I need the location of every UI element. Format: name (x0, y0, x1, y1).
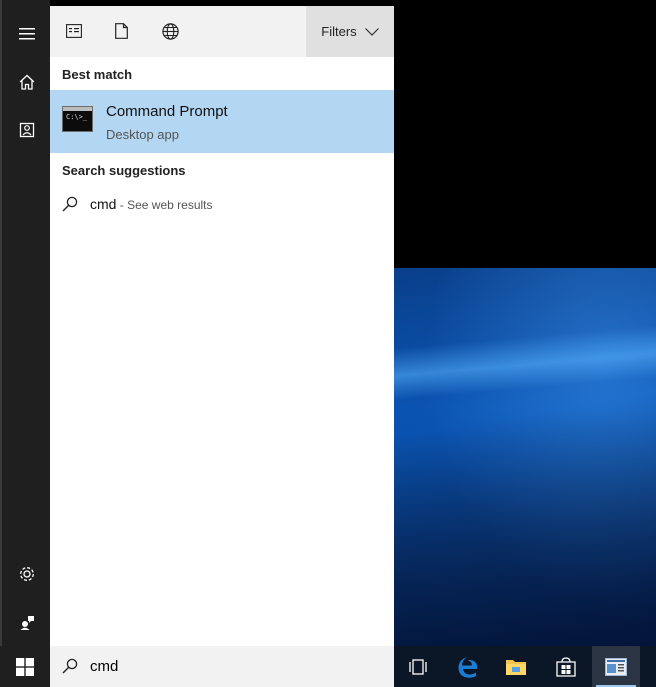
feedback-icon (20, 616, 34, 630)
active-app-button[interactable] (592, 646, 640, 687)
suggestion-query: cmd (90, 196, 117, 212)
suggestion-hint: - See web results (116, 198, 213, 212)
home-button[interactable] (4, 62, 50, 102)
edge-browser-button[interactable] (444, 646, 492, 687)
settings-button[interactable] (4, 554, 50, 594)
search-icon (62, 658, 78, 674)
active-app-icon (605, 657, 627, 676)
search-suggestions-heading: Search suggestions (62, 163, 186, 178)
taskbar-search-box[interactable] (50, 646, 394, 687)
chevron-down-icon (364, 27, 379, 36)
feedback-button[interactable] (4, 602, 50, 642)
apps-filter-button[interactable] (59, 16, 89, 46)
desktop-background-top (394, 0, 656, 268)
task-view-icon (409, 658, 427, 675)
documents-filter-button[interactable] (106, 16, 136, 46)
search-results-panel: Filters Best match C:\>_ Command Prompt … (50, 6, 394, 646)
apps-icon (66, 24, 82, 38)
start-left-rail (0, 0, 50, 646)
documents-icon (114, 23, 128, 39)
file-explorer-button[interactable] (492, 646, 540, 687)
home-icon (19, 74, 35, 90)
search-topbar: Filters (50, 6, 394, 57)
hamburger-icon (19, 28, 35, 40)
search-suggestion-item[interactable]: cmd - See web results (50, 191, 394, 219)
windows-logo-icon (16, 657, 34, 676)
store-button[interactable] (542, 646, 590, 687)
best-match-heading: Best match (62, 67, 133, 82)
search-icon (62, 196, 78, 212)
search-input[interactable] (90, 656, 380, 676)
filters-dropdown-button[interactable]: Filters (306, 6, 394, 57)
task-view-button[interactable] (394, 646, 442, 687)
command-prompt-icon: C:\>_ (62, 106, 93, 132)
edge-icon (458, 656, 478, 678)
web-icon (161, 22, 179, 40)
hamburger-menu-button[interactable] (4, 14, 50, 54)
taskbar (0, 646, 656, 687)
web-filter-button[interactable] (155, 16, 185, 46)
settings-icon (20, 567, 34, 581)
device-icon (19, 122, 35, 138)
start-button[interactable] (0, 646, 50, 687)
filters-label: Filters (321, 24, 357, 39)
best-match-subtitle: Desktop app (106, 127, 179, 142)
best-match-result[interactable]: C:\>_ Command Prompt Desktop app (50, 90, 394, 153)
store-icon (556, 656, 576, 677)
best-match-title: Command Prompt (106, 103, 228, 120)
file-explorer-icon (506, 659, 526, 675)
device-button[interactable] (4, 110, 50, 150)
desktop-wallpaper (394, 268, 656, 646)
